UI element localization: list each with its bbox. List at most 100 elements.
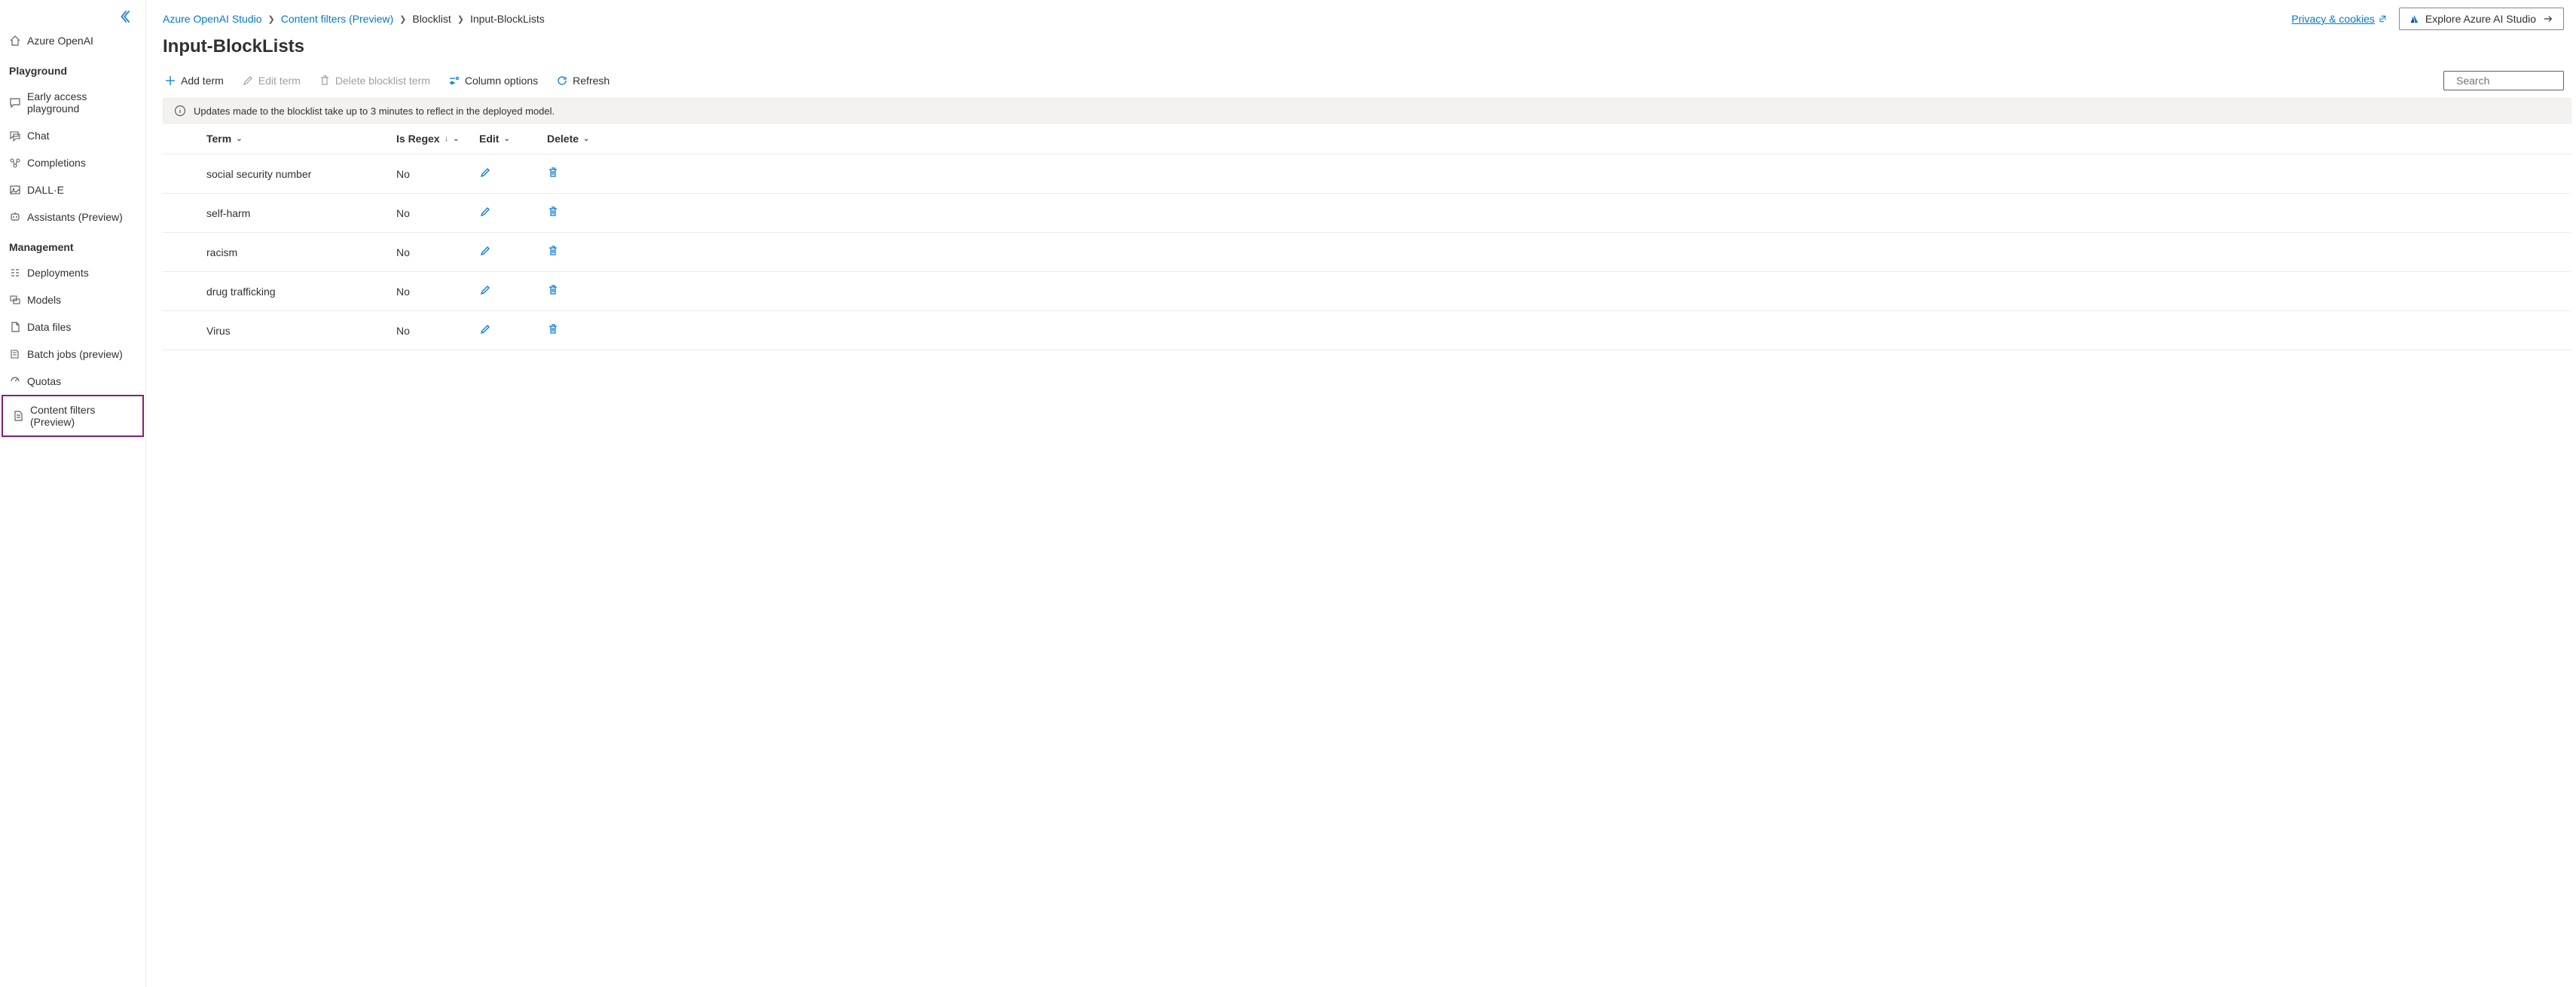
search-box[interactable]: [2443, 71, 2564, 90]
sidebar: Azure OpenAI Playground Early access pla…: [0, 0, 146, 987]
models-icon: [9, 294, 21, 306]
batch-icon: [9, 348, 21, 360]
cell-delete: [539, 311, 2571, 350]
delete-row-button[interactable]: [547, 167, 559, 179]
delete-row-button[interactable]: [547, 284, 559, 296]
toolbar: Add term Edit term Delete blocklist term…: [163, 72, 611, 90]
delete-row-button[interactable]: [547, 323, 559, 335]
blocklist-table: Term ⌄ Is Regex ↓ ⌄ Edit: [163, 124, 2571, 350]
sidebar-item-completions[interactable]: Completions: [0, 149, 145, 176]
breadcrumb-blocklist: Blocklist: [412, 13, 451, 25]
breadcrumb-azure-openai-studio[interactable]: Azure OpenAI Studio: [163, 13, 262, 25]
add-term-button[interactable]: Add term: [163, 72, 225, 90]
chevron-down-icon: ⌄: [453, 135, 459, 143]
privacy-cookies-link[interactable]: Privacy & cookies: [2291, 13, 2386, 25]
search-input[interactable]: [2456, 75, 2576, 87]
column-options-button[interactable]: Column options: [447, 72, 539, 90]
file-icon: [9, 321, 21, 333]
cell-term: racism: [163, 233, 389, 272]
sidebar-item-label: Batch jobs (preview): [27, 348, 123, 360]
table-row[interactable]: self-harmNo: [163, 194, 2571, 233]
column-header-term[interactable]: Term ⌄: [163, 124, 389, 154]
cell-edit: [472, 194, 539, 233]
chat-icon: [9, 130, 21, 142]
cell-term: self-harm: [163, 194, 389, 233]
sidebar-item-models[interactable]: Models: [0, 286, 145, 313]
column-header-is-regex[interactable]: Is Regex ↓ ⌄: [389, 124, 472, 154]
privacy-label: Privacy & cookies: [2291, 13, 2374, 25]
blocklist-table-wrap: Term ⌄ Is Regex ↓ ⌄ Edit: [146, 124, 2576, 987]
table-row[interactable]: drug traffickingNo: [163, 272, 2571, 311]
sidebar-section-playground: Playground: [0, 54, 145, 83]
cell-edit: [472, 272, 539, 311]
home-icon: [9, 35, 21, 47]
cell-edit: [472, 311, 539, 350]
refresh-label: Refresh: [573, 75, 610, 87]
sidebar-item-label: Early access playground: [27, 90, 136, 115]
sidebar-item-early-access[interactable]: Early access playground: [0, 83, 145, 122]
chevron-down-icon: ⌄: [503, 135, 509, 143]
edit-row-button[interactable]: [479, 167, 491, 179]
table-row[interactable]: racismNo: [163, 233, 2571, 272]
edit-row-button[interactable]: [479, 323, 491, 335]
delete-row-button[interactable]: [547, 206, 559, 218]
sidebar-item-azure-openai[interactable]: Azure OpenAI: [0, 27, 145, 54]
sidebar-item-label: Models: [27, 294, 61, 306]
info-banner: Updates made to the blocklist take up to…: [163, 98, 2571, 124]
trash-icon: [319, 75, 331, 87]
cell-delete: [539, 233, 2571, 272]
column-header-label: Term: [206, 133, 231, 145]
breadcrumb-content-filters[interactable]: Content filters (Preview): [281, 13, 393, 25]
sidebar-item-quotas[interactable]: Quotas: [0, 368, 145, 395]
column-header-edit[interactable]: Edit ⌄: [472, 124, 539, 154]
sidebar-item-dalle[interactable]: DALL·E: [0, 176, 145, 203]
table-row[interactable]: social security numberNo: [163, 154, 2571, 194]
main-content: Azure OpenAI Studio ❯ Content filters (P…: [146, 0, 2576, 987]
cell-is-regex: No: [389, 272, 472, 311]
refresh-button[interactable]: Refresh: [555, 72, 611, 90]
collapse-sidebar-button[interactable]: [120, 9, 135, 24]
azure-icon: [2409, 14, 2419, 24]
sidebar-item-data-files[interactable]: Data files: [0, 313, 145, 341]
sidebar-item-chat[interactable]: Chat: [0, 122, 145, 149]
sidebar-item-label: Azure OpenAI: [27, 35, 93, 47]
completions-icon: [9, 157, 21, 169]
sidebar-item-assistants[interactable]: Assistants (Preview): [0, 203, 145, 231]
sidebar-item-label: Assistants (Preview): [27, 211, 123, 223]
sidebar-item-label: Chat: [27, 130, 50, 142]
sidebar-item-deployments[interactable]: Deployments: [0, 259, 145, 286]
info-banner-text: Updates made to the blocklist take up to…: [194, 105, 555, 117]
column-header-label: Edit: [479, 133, 499, 145]
quotas-icon: [9, 375, 21, 387]
pencil-icon: [242, 75, 254, 87]
delete-term-button: Delete blocklist term: [317, 72, 432, 90]
refresh-icon: [556, 75, 568, 87]
cell-is-regex: No: [389, 154, 472, 194]
deployments-icon: [9, 267, 21, 279]
top-bar: Azure OpenAI Studio ❯ Content filters (P…: [146, 0, 2576, 35]
sidebar-item-batch-jobs[interactable]: Batch jobs (preview): [0, 341, 145, 368]
sidebar-item-label: Completions: [27, 157, 86, 169]
chevron-down-icon: ⌄: [236, 135, 242, 143]
sidebar-item-content-filters[interactable]: Content filters (Preview): [2, 395, 144, 437]
table-row[interactable]: VirusNo: [163, 311, 2571, 350]
edit-row-button[interactable]: [479, 245, 491, 257]
breadcrumb-input-blocklists: Input-BlockLists: [470, 13, 545, 25]
sidebar-item-label: Data files: [27, 321, 71, 333]
cell-term: Virus: [163, 311, 389, 350]
chevron-right-icon: ❯: [457, 14, 464, 24]
delete-row-button[interactable]: [547, 245, 559, 257]
edit-row-button[interactable]: [479, 206, 491, 218]
explore-azure-ai-studio-button[interactable]: Explore Azure AI Studio: [2399, 8, 2564, 30]
column-options-icon: [448, 75, 460, 87]
sidebar-section-management: Management: [0, 231, 145, 259]
chevron-right-icon: ❯: [268, 14, 275, 24]
column-header-delete[interactable]: Delete ⌄: [539, 124, 2571, 154]
page-title: Input-BlockLists: [146, 35, 2576, 66]
chevron-down-icon: ⌄: [583, 135, 589, 143]
edit-row-button[interactable]: [479, 284, 491, 296]
edit-term-button: Edit term: [240, 72, 302, 90]
image-icon: [9, 184, 21, 196]
cell-term: social security number: [163, 154, 389, 194]
column-header-label: Delete: [547, 133, 579, 145]
